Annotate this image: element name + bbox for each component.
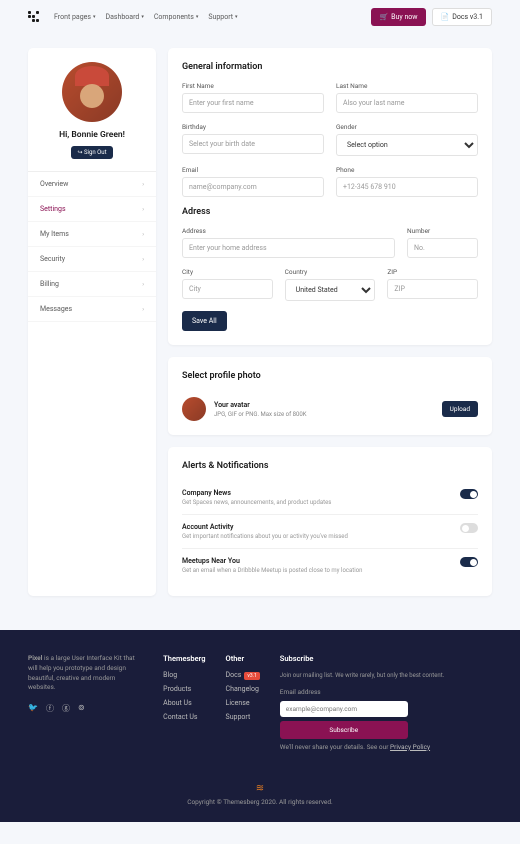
number-input[interactable] bbox=[407, 238, 478, 258]
subscribe-button[interactable]: Subscribe bbox=[280, 721, 408, 739]
footer-link[interactable]: Changelog bbox=[226, 685, 260, 693]
photo-title: Select profile photo bbox=[182, 371, 478, 381]
address-input[interactable] bbox=[182, 238, 395, 258]
chevron-right-icon: › bbox=[142, 231, 144, 238]
alert-title: Account Activity bbox=[182, 523, 348, 531]
address-label: Address bbox=[182, 227, 395, 235]
firstname-label: First Name bbox=[182, 82, 324, 90]
footer-email-label: Email address bbox=[280, 688, 492, 698]
chevron-right-icon: › bbox=[142, 206, 144, 213]
subscribe-email-input[interactable] bbox=[280, 701, 408, 717]
footer-link[interactable]: Support bbox=[226, 713, 260, 721]
sidebar-item-my-items[interactable]: My Items› bbox=[28, 222, 156, 247]
footer-other-title: Other bbox=[226, 654, 260, 663]
city-input[interactable] bbox=[182, 279, 273, 299]
gender-label: Gender bbox=[336, 123, 478, 131]
nav-front-pages[interactable]: Front pages▾ bbox=[54, 13, 95, 21]
footer-link[interactable]: Products bbox=[163, 685, 205, 693]
footer-subscribe-title: Subscribe bbox=[280, 654, 492, 663]
footer-themesberg-title: Themesberg bbox=[163, 654, 205, 663]
profile-avatar bbox=[62, 62, 122, 122]
github-icon[interactable]: ⓖ bbox=[62, 703, 70, 714]
zip-input[interactable] bbox=[387, 279, 478, 299]
chevron-down-icon: ▾ bbox=[141, 14, 144, 20]
signout-button[interactable]: ↪ Sign Out bbox=[71, 146, 112, 159]
phone-label: Phone bbox=[336, 166, 478, 174]
alert-desc: Get an email when a Dribbble Meetup is p… bbox=[182, 567, 362, 574]
upload-button[interactable]: Upload bbox=[442, 401, 478, 417]
sidebar-item-billing[interactable]: Billing› bbox=[28, 272, 156, 297]
brand-logo[interactable] bbox=[28, 11, 40, 23]
chevron-right-icon: › bbox=[142, 181, 144, 188]
footer-link[interactable]: About Us bbox=[163, 699, 205, 707]
birthday-label: Birthday bbox=[182, 123, 324, 131]
sidebar-item-overview[interactable]: Overview› bbox=[28, 172, 156, 197]
chevron-down-icon: ▾ bbox=[235, 14, 238, 20]
gender-select[interactable]: Select option bbox=[336, 134, 478, 156]
buy-now-button[interactable]: 🛒 Buy now bbox=[371, 8, 425, 26]
nav-dashboard[interactable]: Dashboard▾ bbox=[105, 13, 143, 21]
profile-greeting: Hi, Bonnie Green! bbox=[40, 130, 144, 140]
number-label: Number bbox=[407, 227, 478, 235]
alert-title: Company News bbox=[182, 489, 331, 497]
sidebar-item-security[interactable]: Security› bbox=[28, 247, 156, 272]
footer-about: Pixel is a large User Interface Kit that… bbox=[28, 654, 143, 693]
country-label: Country bbox=[285, 268, 376, 276]
facebook-icon[interactable]: ⓕ bbox=[46, 703, 54, 714]
chevron-down-icon: ▾ bbox=[93, 14, 96, 20]
subscribe-note: We'll never share your details. See our … bbox=[280, 743, 492, 753]
city-label: City bbox=[182, 268, 273, 276]
lastname-input[interactable] bbox=[336, 93, 478, 113]
phone-input[interactable] bbox=[336, 177, 478, 197]
dribbble-icon[interactable]: ⊚ bbox=[78, 703, 85, 714]
nav-components[interactable]: Components▾ bbox=[154, 13, 198, 21]
zip-label: ZIP bbox=[387, 268, 478, 276]
lastname-label: Last Name bbox=[336, 82, 478, 90]
chevron-right-icon: › bbox=[142, 306, 144, 313]
footer-link[interactable]: Contact Us bbox=[163, 713, 205, 721]
email-input[interactable] bbox=[182, 177, 324, 197]
general-title: General information bbox=[182, 62, 478, 72]
birthday-input[interactable] bbox=[182, 134, 324, 154]
alert-desc: Get Spaces news, announcements, and prod… bbox=[182, 499, 331, 506]
nav-support[interactable]: Support▾ bbox=[208, 13, 237, 21]
alert-toggle[interactable] bbox=[460, 557, 478, 567]
docs-button[interactable]: 📄 Docs v3.1 bbox=[432, 8, 492, 26]
address-title: Adress bbox=[182, 207, 478, 217]
footer-subscribe-desc: Join our mailing list. We write rarely, … bbox=[280, 671, 492, 680]
alert-toggle[interactable] bbox=[460, 523, 478, 533]
flame-icon: ≋ bbox=[28, 783, 492, 794]
photo-heading: Your avatar bbox=[214, 401, 307, 409]
email-label: Email bbox=[182, 166, 324, 174]
footer-link[interactable]: Docsv3.1 bbox=[226, 671, 260, 679]
save-all-button[interactable]: Save All bbox=[182, 311, 227, 331]
country-select[interactable]: United Stated bbox=[285, 279, 376, 301]
firstname-input[interactable] bbox=[182, 93, 324, 113]
chevron-down-icon: ▾ bbox=[196, 14, 199, 20]
copyright-text: Copyright © Themesberg 2020. All rights … bbox=[187, 798, 333, 806]
footer-link[interactable]: License bbox=[226, 699, 260, 707]
alerts-title: Alerts & Notifications bbox=[182, 461, 478, 471]
privacy-link[interactable]: Privacy Policy bbox=[390, 743, 430, 751]
sidebar-item-settings[interactable]: Settings› bbox=[28, 197, 156, 222]
chevron-right-icon: › bbox=[142, 281, 144, 288]
sidebar-item-messages[interactable]: Messages› bbox=[28, 297, 156, 322]
footer-link[interactable]: Blog bbox=[163, 671, 205, 679]
alert-title: Meetups Near You bbox=[182, 557, 362, 565]
photo-avatar-preview bbox=[182, 397, 206, 421]
photo-hint: JPG, GIF or PNG. Max size of 800K bbox=[214, 411, 307, 418]
alert-toggle[interactable] bbox=[460, 489, 478, 499]
twitter-icon[interactable]: 🐦 bbox=[28, 703, 38, 714]
chevron-right-icon: › bbox=[142, 256, 144, 263]
alert-desc: Get important notifications about you or… bbox=[182, 533, 348, 540]
